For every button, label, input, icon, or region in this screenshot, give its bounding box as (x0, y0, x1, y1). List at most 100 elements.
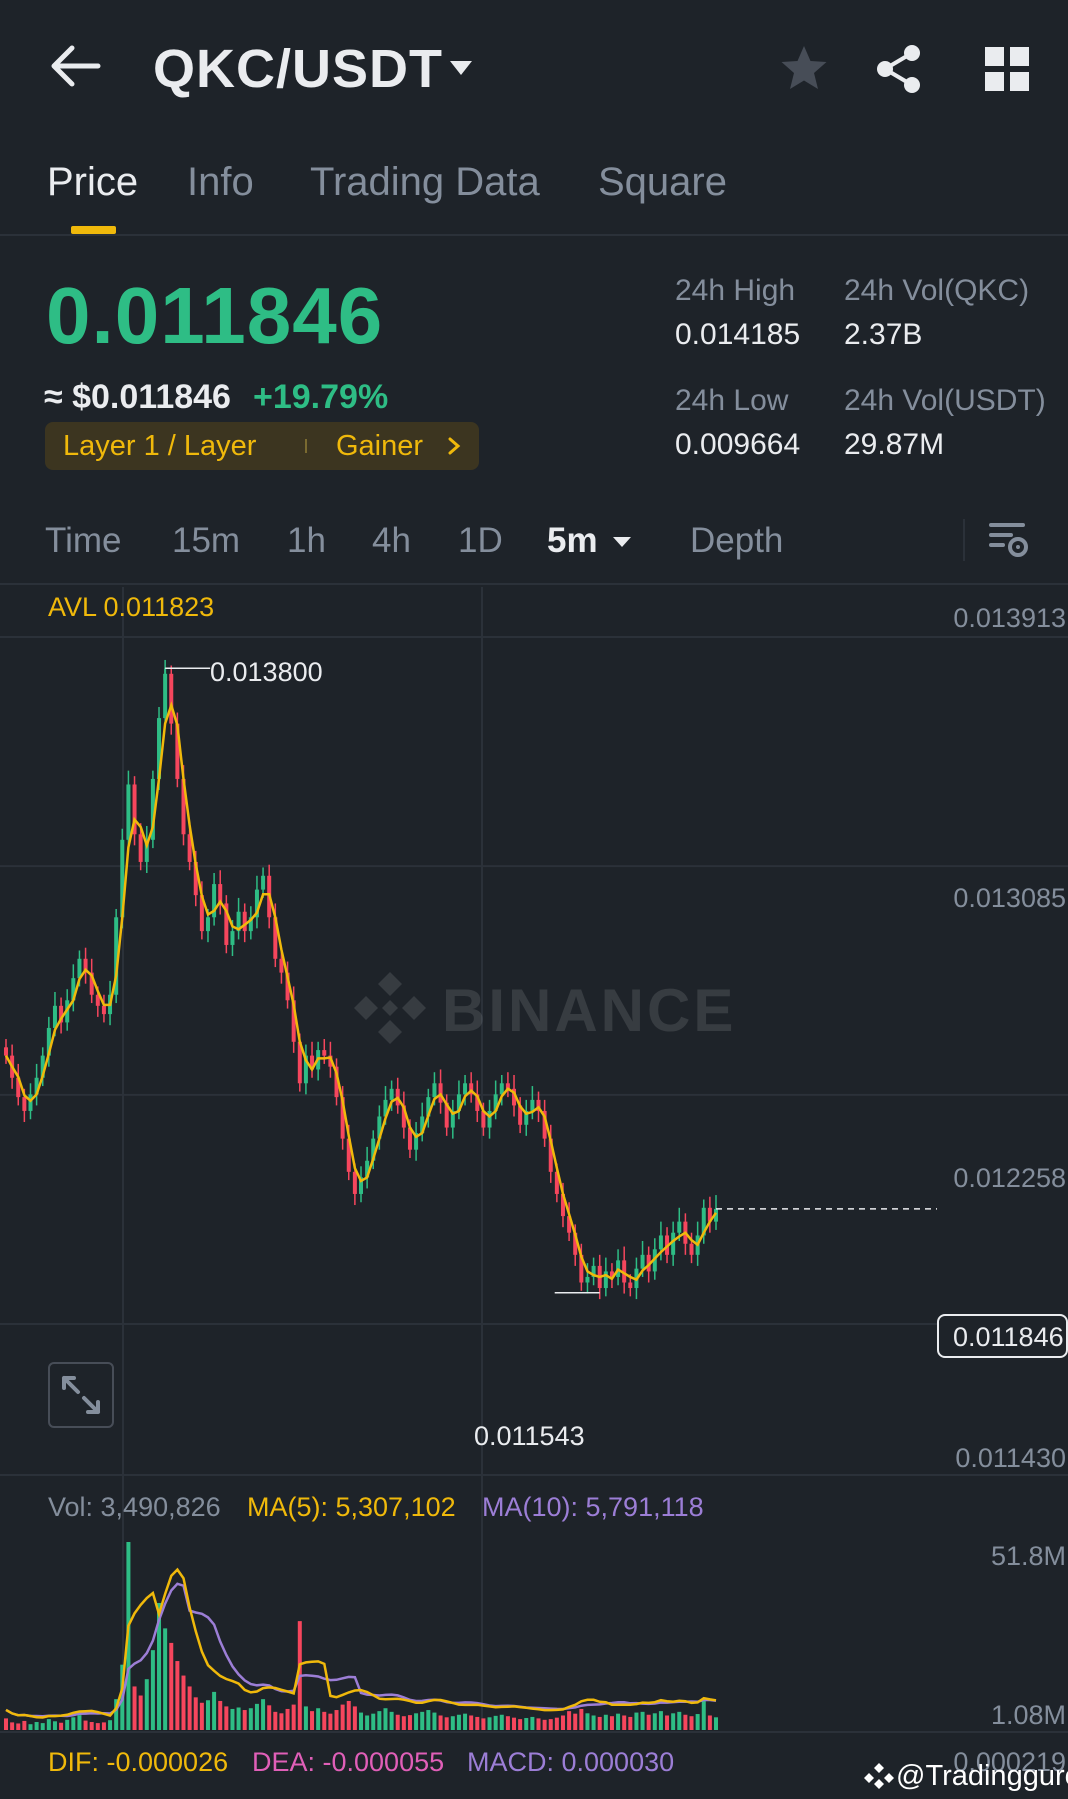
volume-bar (640, 1711, 645, 1730)
candle-body (261, 875, 266, 890)
chevron-down-icon[interactable] (612, 535, 632, 549)
volume-bar (365, 1715, 370, 1730)
volume-bar (193, 1697, 198, 1730)
volume-bar (285, 1708, 290, 1730)
candle-body (487, 1110, 492, 1128)
low-marker-label: 0.011543 (474, 1421, 585, 1451)
category-tag[interactable]: Layer 1 / Layer Gainer (45, 422, 479, 470)
volume-bar (573, 1713, 578, 1730)
share-icon[interactable] (872, 42, 926, 96)
tab-info[interactable]: Info (187, 160, 254, 205)
volume-bar (230, 1708, 235, 1730)
volume-bar (401, 1716, 406, 1730)
chart-settings-icon[interactable] (987, 517, 1031, 561)
volume-bar (597, 1716, 602, 1730)
volume-bar (536, 1718, 541, 1730)
volume-bar (542, 1719, 547, 1730)
volume-bar (28, 1724, 33, 1730)
volume-bar (291, 1704, 296, 1730)
candle-body (628, 1282, 633, 1289)
interval-15m[interactable]: 15m (172, 521, 240, 561)
volume-bar (628, 1716, 633, 1730)
back-arrow-icon[interactable] (50, 44, 102, 88)
volume-bar (567, 1711, 572, 1730)
change-percent: +19.79% (253, 378, 389, 416)
tab-trading-data[interactable]: Trading Data (310, 160, 540, 205)
tag-divider (305, 439, 307, 453)
volume-bar (175, 1661, 180, 1730)
volume-bar (199, 1702, 204, 1730)
volume-bar (450, 1716, 455, 1730)
volume-bar (683, 1714, 688, 1730)
price-axis-label: 0.012258 (953, 1163, 1066, 1193)
interval-1h[interactable]: 1h (287, 521, 326, 561)
volume-bar (267, 1705, 272, 1730)
volume-bar (40, 1723, 45, 1730)
volume-bar (701, 1700, 706, 1730)
volume-bar (579, 1708, 584, 1730)
candle-body (677, 1221, 682, 1233)
volume-bar (144, 1679, 149, 1730)
candle-body (658, 1235, 663, 1250)
volume-bar (548, 1719, 553, 1730)
volume-bar (83, 1720, 88, 1730)
pair-title[interactable]: QKC/USDT (153, 38, 443, 100)
volume-bar (346, 1700, 351, 1730)
volume-bar (475, 1716, 480, 1730)
candle-body (138, 834, 143, 862)
tag-category: Layer 1 / Layer (63, 430, 257, 462)
chevron-down-icon[interactable] (448, 58, 474, 78)
volume-bar (303, 1706, 308, 1730)
candle-body (52, 1005, 57, 1028)
grid-menu-icon[interactable] (980, 42, 1034, 96)
volume-bar (205, 1700, 210, 1730)
interval-divider (963, 519, 965, 561)
tab-square[interactable]: Square (598, 160, 727, 205)
macd-dea: DEA: -0.000055 (252, 1747, 445, 1777)
volume-bar (16, 1723, 21, 1730)
candle-body (432, 1083, 437, 1098)
volume-bar (101, 1722, 106, 1730)
candle-body (322, 1050, 327, 1056)
volume-bar (22, 1720, 27, 1730)
volume-bar (395, 1714, 400, 1730)
tab-price[interactable]: Price (47, 160, 138, 205)
vol-base-label: 24h Vol(QKC) (844, 274, 1030, 307)
expand-chart-button[interactable] (48, 1362, 114, 1428)
low-value: 0.009664 (675, 428, 801, 461)
volume-bar (493, 1715, 498, 1730)
candle-body (689, 1243, 694, 1255)
volume-bar (89, 1722, 94, 1730)
volume-bar (609, 1716, 614, 1730)
interval-time[interactable]: Time (45, 521, 121, 561)
volume-bar (646, 1714, 651, 1730)
volume-bar (328, 1713, 333, 1730)
volume-bar (334, 1710, 339, 1730)
volume-bar (554, 1717, 559, 1730)
price-chart[interactable] (0, 587, 1068, 1799)
volume-bar (273, 1711, 278, 1730)
interval-depth[interactable]: Depth (690, 521, 783, 561)
volume-bar (46, 1719, 51, 1730)
volume-bar (671, 1713, 676, 1730)
volume-bar (34, 1722, 39, 1730)
star-icon[interactable] (777, 42, 831, 96)
candle-body (28, 1094, 33, 1111)
volume-ma5-line (5, 1567, 717, 1719)
interval-5m[interactable]: 5m (547, 521, 598, 561)
high-label: 24h High (675, 274, 796, 307)
candle-body (126, 784, 131, 840)
interval-1d[interactable]: 1D (458, 521, 503, 561)
last-price-marker: 0.011846 (937, 1314, 1068, 1358)
interval-4h[interactable]: 4h (372, 521, 411, 561)
volume-bar (603, 1714, 608, 1730)
active-tab-indicator (71, 226, 116, 234)
last-price: 0.011846 (46, 271, 384, 360)
volume-bar (591, 1715, 596, 1730)
volume-bar (340, 1704, 345, 1730)
volume-ma10: MA(10): 5,791,118 (482, 1492, 704, 1522)
candle-body (230, 931, 235, 945)
volume-bar (383, 1708, 388, 1730)
tab-bar: Price Info Trading Data Square (0, 150, 1068, 236)
price-axis-label: 0.011430 (955, 1443, 1066, 1473)
